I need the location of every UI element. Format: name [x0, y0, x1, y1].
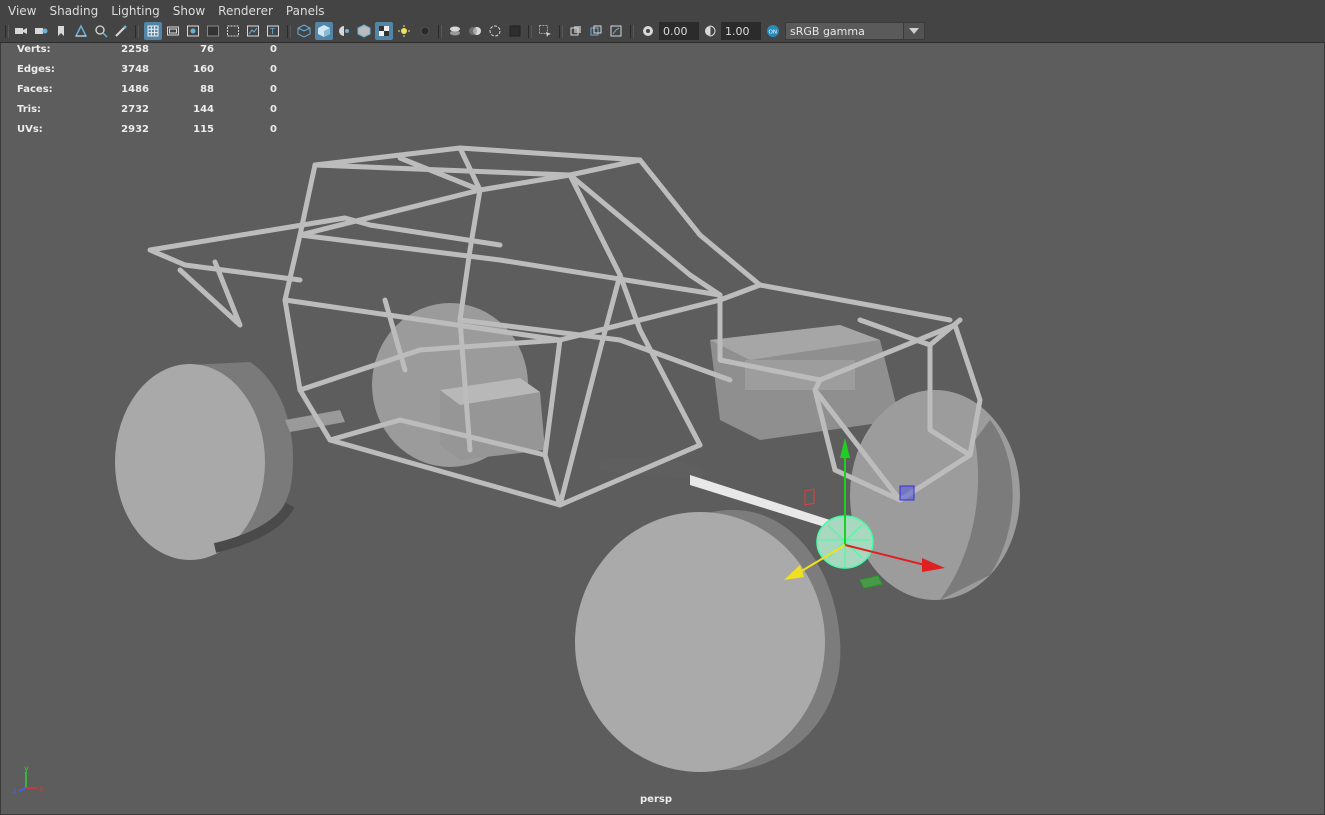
hud-row-uvs: UVs: 2932 115 0 — [17, 124, 277, 144]
toolbar-separator — [630, 25, 634, 38]
menu-panels[interactable]: Panels — [281, 0, 330, 21]
color-management-icon[interactable]: ON — [764, 22, 782, 40]
film-gate-icon[interactable] — [164, 22, 182, 40]
toolbar-separator — [528, 25, 532, 38]
svg-text:T: T — [269, 27, 275, 36]
hud-value-component: 0 — [270, 64, 277, 75]
wireframe-on-shaded-icon[interactable] — [355, 22, 373, 40]
panel-toolbar: T ON sRGB gamma — [0, 21, 1325, 43]
menu-shading[interactable]: Shading — [44, 0, 103, 21]
menu-lighting[interactable]: Lighting — [106, 0, 165, 21]
hud-label: UVs: — [17, 124, 43, 135]
2d-pan-zoom-icon[interactable] — [92, 22, 110, 40]
use-all-lights-icon[interactable] — [395, 22, 413, 40]
field-chart-icon[interactable] — [224, 22, 242, 40]
smooth-shade-icon[interactable] — [315, 22, 333, 40]
xray-icon[interactable] — [567, 22, 585, 40]
hud-value-component: 0 — [270, 104, 277, 115]
hud-value-total: 2732 — [121, 104, 149, 115]
exposure-icon[interactable] — [639, 22, 657, 40]
colorspace-value: sRGB gamma — [790, 25, 865, 38]
exposure-field[interactable] — [659, 22, 699, 40]
hud-row-tris: Tris: 2732 144 0 — [17, 104, 277, 124]
xray-active-icon[interactable] — [587, 22, 605, 40]
hud-value-component: 0 — [270, 84, 277, 95]
axis-label-z: z — [13, 787, 17, 794]
toolbar-separator — [135, 25, 139, 38]
shadows-icon[interactable] — [416, 22, 434, 40]
menu-view[interactable]: View — [3, 0, 41, 21]
hud-value-component: 0 — [270, 124, 277, 135]
hud-value-selected: 88 — [200, 84, 214, 95]
hud-value-total: 2932 — [121, 124, 149, 135]
toolbar-separator — [559, 25, 563, 38]
camera-name-label: persp — [640, 794, 672, 805]
hud-value-total: 2258 — [121, 44, 149, 55]
isolate-select-icon[interactable] — [536, 22, 554, 40]
toolbar-separator — [438, 25, 442, 38]
safe-title-icon[interactable]: T — [264, 22, 282, 40]
svg-text:ON: ON — [769, 30, 777, 36]
view-axis-gizmo: y x z — [12, 762, 46, 795]
image-plane-icon[interactable] — [72, 22, 90, 40]
menu-show[interactable]: Show — [168, 0, 210, 21]
safe-action-icon[interactable] — [244, 22, 262, 40]
depth-of-field-icon[interactable] — [506, 22, 524, 40]
gate-mask-icon[interactable] — [204, 22, 222, 40]
axis-label-x: x — [39, 784, 44, 793]
scene-render — [115, 145, 1020, 772]
hud-label: Verts: — [17, 44, 51, 55]
seat-block[interactable] — [710, 325, 900, 440]
shade-selected-icon[interactable] — [335, 22, 353, 40]
hud-row-verts: Verts: 2258 76 0 — [17, 44, 277, 64]
anti-aliasing-icon[interactable] — [486, 22, 504, 40]
hud-value-selected: 115 — [193, 124, 214, 135]
hud-value-selected: 160 — [193, 64, 214, 75]
resolution-gate-icon[interactable] — [184, 22, 202, 40]
poly-count-hud: Verts: 2258 76 0 Edges: 3748 160 0 Faces… — [17, 44, 277, 144]
hud-label: Faces: — [17, 84, 53, 95]
toolbar-separator — [287, 25, 291, 38]
hud-value-selected: 76 — [200, 44, 214, 55]
wheel-front-left[interactable] — [575, 509, 841, 772]
toolbar-separator — [5, 25, 9, 38]
hud-value-component: 0 — [270, 44, 277, 55]
gamma-field[interactable] — [721, 22, 761, 40]
hud-label: Edges: — [17, 64, 55, 75]
bookmark-icon[interactable] — [52, 22, 70, 40]
engine-block[interactable] — [440, 378, 545, 460]
wireframe-icon[interactable] — [295, 22, 313, 40]
viewport-3d[interactable] — [0, 43, 1325, 815]
hud-value-total: 1486 — [121, 84, 149, 95]
chevron-down-icon[interactable] — [903, 23, 924, 39]
exhaust-pipe — [600, 458, 705, 480]
panel-menu-bar: View Shading Lighting Show Renderer Pane… — [0, 0, 1325, 21]
hud-row-faces: Faces: 1486 88 0 — [17, 84, 277, 104]
camera-attributes-icon[interactable] — [32, 22, 50, 40]
grease-pencil-icon[interactable] — [112, 22, 130, 40]
colorspace-dropdown[interactable]: sRGB gamma — [785, 22, 925, 40]
textured-icon[interactable] — [375, 22, 393, 40]
gamma-icon[interactable] — [701, 22, 719, 40]
hud-row-edges: Edges: 3748 160 0 — [17, 64, 277, 84]
wheel-rear-left[interactable] — [115, 362, 295, 560]
hud-label: Tris: — [17, 104, 42, 115]
hud-value-total: 3748 — [121, 64, 149, 75]
camera-icon[interactable] — [12, 22, 30, 40]
hud-value-selected: 144 — [193, 104, 214, 115]
menu-renderer[interactable]: Renderer — [213, 0, 278, 21]
axis-label-y: y — [24, 764, 29, 773]
screen-space-ao-icon[interactable] — [446, 22, 464, 40]
grid-icon[interactable] — [144, 22, 162, 40]
motion-blur-icon[interactable] — [466, 22, 484, 40]
xray-joints-icon[interactable] — [607, 22, 625, 40]
